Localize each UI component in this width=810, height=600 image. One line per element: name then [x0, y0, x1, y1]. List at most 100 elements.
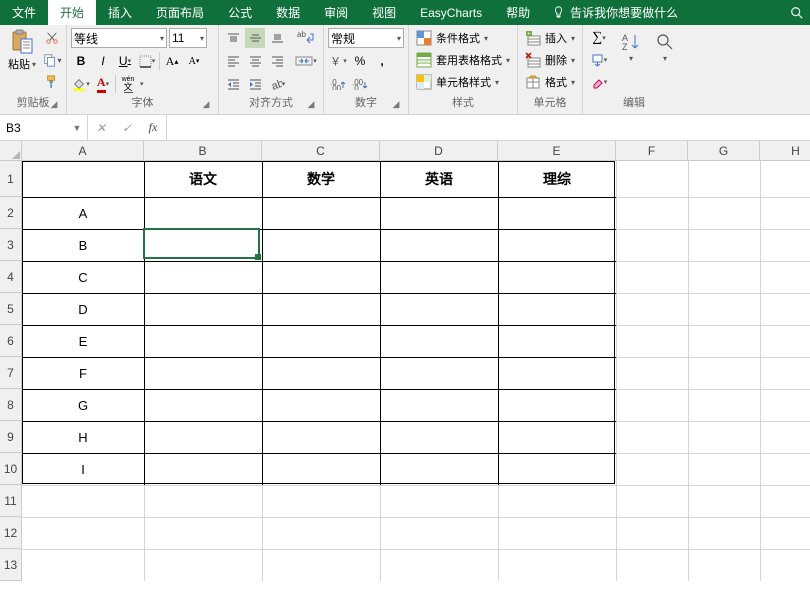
tab-审阅[interactable]: 审阅 — [312, 0, 360, 25]
autosum-button[interactable]: ∑▾ — [587, 28, 611, 48]
cell[interactable]: C — [22, 261, 144, 293]
tab-数据[interactable]: 数据 — [264, 0, 312, 25]
row-header-13[interactable]: 13 — [0, 549, 21, 581]
align-right-button[interactable] — [267, 51, 287, 71]
percent-button[interactable]: % — [350, 51, 370, 71]
name-box[interactable]: ▼ — [0, 115, 88, 140]
cell[interactable]: G — [22, 389, 144, 421]
copy-button[interactable]: ▾ — [42, 50, 62, 70]
row-header-4[interactable]: 4 — [0, 261, 21, 293]
row-header-3[interactable]: 3 — [0, 229, 21, 261]
col-header-A[interactable]: A — [22, 141, 144, 160]
tellme[interactable]: 告诉我你想要做什么 — [542, 0, 688, 25]
shrink-font-button[interactable]: A▾ — [184, 51, 204, 71]
name-box-input[interactable] — [0, 121, 68, 135]
cell-styles-button[interactable]: 单元格样式▾ — [413, 72, 502, 92]
alignment-launcher-icon[interactable]: ◢ — [305, 98, 317, 110]
sort-filter-button[interactable]: AZ▾ — [615, 28, 647, 65]
number-launcher-icon[interactable]: ◢ — [390, 98, 402, 110]
cell[interactable]: D — [22, 293, 144, 325]
cell[interactable]: B — [22, 229, 144, 261]
accounting-button[interactable]: ￥▾ — [328, 51, 348, 71]
tab-EasyCharts[interactable]: EasyCharts — [408, 0, 494, 25]
comma-button[interactable]: , — [372, 51, 392, 71]
col-header-F[interactable]: F — [616, 141, 688, 160]
cell[interactable]: A — [22, 197, 144, 229]
font-color-button[interactable]: A▾ — [93, 74, 113, 94]
decrease-indent-button[interactable] — [223, 74, 243, 94]
row-header-9[interactable]: 9 — [0, 421, 21, 453]
decrease-decimal-button[interactable]: .00.0 — [350, 74, 370, 94]
align-center-button[interactable] — [245, 51, 265, 71]
delete-cells-button[interactable]: 删除▾ — [522, 50, 578, 70]
fx-button[interactable]: fx — [140, 120, 166, 135]
tab-帮助[interactable]: 帮助 — [494, 0, 542, 25]
cell[interactable]: I — [22, 453, 144, 485]
row-header-10[interactable]: 10 — [0, 453, 21, 485]
row-header-6[interactable]: 6 — [0, 325, 21, 357]
format-cells-button[interactable]: 格式▾ — [522, 72, 578, 92]
search-icon[interactable] — [784, 0, 810, 25]
font-name-select[interactable]: 等线▾ — [71, 28, 167, 48]
tab-页面布局[interactable]: 页面布局 — [144, 0, 216, 25]
font-size-select[interactable]: 11▾ — [169, 28, 207, 48]
col-header-E[interactable]: E — [498, 141, 616, 160]
cell[interactable]: 语文 — [144, 161, 262, 197]
cell[interactable]: H — [22, 421, 144, 453]
cell[interactable]: 英语 — [380, 161, 498, 197]
fill-color-button[interactable]: ▾ — [71, 74, 91, 94]
tab-file[interactable]: 文件 — [0, 0, 48, 25]
bold-button[interactable]: B — [71, 51, 91, 71]
cell[interactable]: F — [22, 357, 144, 389]
tab-视图[interactable]: 视图 — [360, 0, 408, 25]
cut-button[interactable] — [42, 28, 62, 48]
row-header-11[interactable]: 11 — [0, 485, 21, 517]
number-format-select[interactable]: 常规▾ — [328, 28, 404, 48]
tab-公式[interactable]: 公式 — [216, 0, 264, 25]
row-header-7[interactable]: 7 — [0, 357, 21, 389]
enter-formula-button[interactable]: ✓ — [114, 121, 140, 135]
underline-button[interactable]: U▾ — [115, 51, 135, 71]
col-header-H[interactable]: H — [760, 141, 810, 160]
cell[interactable]: E — [22, 325, 144, 357]
row-header-1[interactable]: 1 — [0, 161, 21, 197]
align-top-button[interactable] — [223, 28, 243, 48]
select-all-corner[interactable] — [0, 141, 22, 161]
chevron-down-icon[interactable]: ▼ — [68, 123, 86, 133]
spreadsheet-grid[interactable]: ABCDEFGH 12345678910111213 语文数学英语理综ABCDE… — [0, 141, 810, 600]
phonetic-button[interactable]: wén文 — [118, 74, 138, 94]
formula-input[interactable] — [167, 115, 810, 140]
tab-开始[interactable]: 开始 — [48, 0, 96, 25]
cell[interactable]: 数学 — [262, 161, 380, 197]
insert-cells-button[interactable]: +插入▾ — [522, 28, 578, 48]
clipboard-launcher-icon[interactable]: ◢ — [48, 98, 60, 110]
align-left-button[interactable] — [223, 51, 243, 71]
conditional-formatting-button[interactable]: 条件格式▾ — [413, 28, 491, 48]
col-header-B[interactable]: B — [144, 141, 262, 160]
paste-button[interactable]: 粘贴▾ — [4, 28, 40, 74]
increase-indent-button[interactable] — [245, 74, 265, 94]
row-header-2[interactable]: 2 — [0, 197, 21, 229]
border-button[interactable]: ▾ — [137, 51, 157, 71]
increase-decimal-button[interactable]: .0.00 — [328, 74, 348, 94]
merge-button[interactable]: ▾ — [293, 51, 319, 71]
format-painter-button[interactable] — [42, 72, 62, 92]
row-header-5[interactable]: 5 — [0, 293, 21, 325]
row-header-12[interactable]: 12 — [0, 517, 21, 549]
align-middle-button[interactable] — [245, 28, 265, 48]
cancel-formula-button[interactable]: ✕ — [88, 121, 114, 135]
grow-font-button[interactable]: A▴ — [162, 51, 182, 71]
tab-插入[interactable]: 插入 — [96, 0, 144, 25]
format-as-table-button[interactable]: 套用表格格式▾ — [413, 50, 513, 70]
font-launcher-icon[interactable]: ◢ — [200, 98, 212, 110]
cell[interactable]: 理综 — [498, 161, 616, 197]
orientation-button[interactable]: ab▾ — [267, 74, 287, 94]
clear-button[interactable]: ▾ — [587, 72, 611, 92]
find-select-button[interactable]: ▾ — [649, 28, 681, 65]
wrap-text-button[interactable]: ab — [293, 28, 319, 48]
italic-button[interactable]: I — [93, 51, 113, 71]
col-header-G[interactable]: G — [688, 141, 760, 160]
fill-button[interactable]: ▾ — [587, 50, 611, 70]
align-bottom-button[interactable] — [267, 28, 287, 48]
row-header-8[interactable]: 8 — [0, 389, 21, 421]
